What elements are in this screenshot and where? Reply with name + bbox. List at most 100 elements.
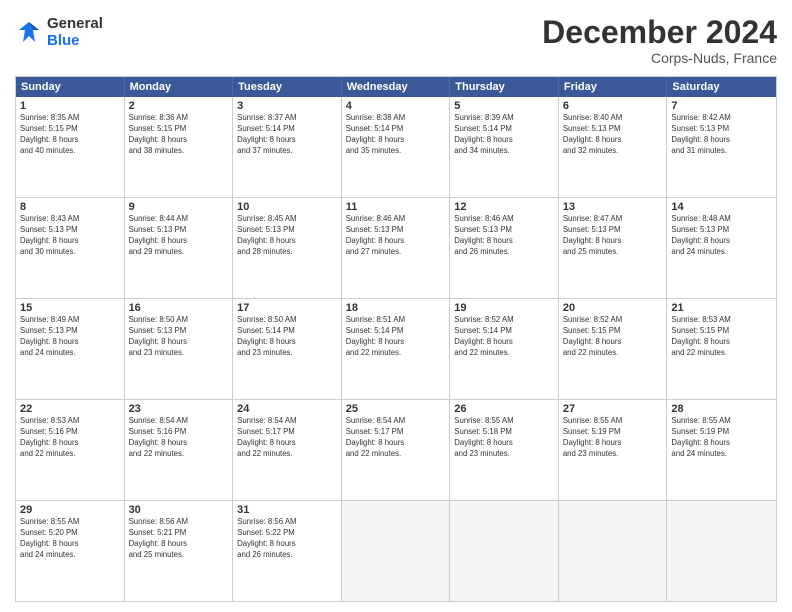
day-number: 25 — [346, 403, 446, 415]
day-number: 15 — [20, 302, 120, 314]
subtitle: Corps-Nuds, France — [542, 50, 777, 66]
table-row: 23Sunrise: 8:54 AM Sunset: 5:16 PM Dayli… — [125, 400, 234, 500]
header-monday: Monday — [125, 77, 234, 97]
header-thursday: Thursday — [450, 77, 559, 97]
day-number: 6 — [563, 100, 663, 112]
day-info: Sunrise: 8:54 AM Sunset: 5:17 PM Dayligh… — [346, 416, 446, 460]
week-row-3: 15Sunrise: 8:49 AM Sunset: 5:13 PM Dayli… — [16, 298, 776, 399]
day-number: 21 — [671, 302, 772, 314]
table-row: 6Sunrise: 8:40 AM Sunset: 5:13 PM Daylig… — [559, 97, 668, 197]
day-info: Sunrise: 8:40 AM Sunset: 5:13 PM Dayligh… — [563, 113, 663, 157]
day-number: 7 — [671, 100, 772, 112]
table-row: 16Sunrise: 8:50 AM Sunset: 5:13 PM Dayli… — [125, 299, 234, 399]
day-info: Sunrise: 8:45 AM Sunset: 5:13 PM Dayligh… — [237, 214, 337, 258]
day-info: Sunrise: 8:55 AM Sunset: 5:19 PM Dayligh… — [671, 416, 772, 460]
table-row — [667, 501, 776, 601]
day-info: Sunrise: 8:50 AM Sunset: 5:13 PM Dayligh… — [129, 315, 229, 359]
day-info: Sunrise: 8:52 AM Sunset: 5:14 PM Dayligh… — [454, 315, 554, 359]
day-info: Sunrise: 8:53 AM Sunset: 5:16 PM Dayligh… — [20, 416, 120, 460]
day-info: Sunrise: 8:55 AM Sunset: 5:19 PM Dayligh… — [563, 416, 663, 460]
day-number: 23 — [129, 403, 229, 415]
day-info: Sunrise: 8:56 AM Sunset: 5:21 PM Dayligh… — [129, 517, 229, 561]
day-info: Sunrise: 8:52 AM Sunset: 5:15 PM Dayligh… — [563, 315, 663, 359]
table-row: 9Sunrise: 8:44 AM Sunset: 5:13 PM Daylig… — [125, 198, 234, 298]
page: General Blue December 2024 Corps-Nuds, F… — [0, 0, 792, 612]
day-number: 31 — [237, 504, 337, 516]
table-row: 13Sunrise: 8:47 AM Sunset: 5:13 PM Dayli… — [559, 198, 668, 298]
day-info: Sunrise: 8:46 AM Sunset: 5:13 PM Dayligh… — [454, 214, 554, 258]
day-number: 13 — [563, 201, 663, 213]
day-number: 10 — [237, 201, 337, 213]
header-wednesday: Wednesday — [342, 77, 451, 97]
day-number: 26 — [454, 403, 554, 415]
day-number: 29 — [20, 504, 120, 516]
logo-icon — [15, 18, 43, 46]
day-info: Sunrise: 8:38 AM Sunset: 5:14 PM Dayligh… — [346, 113, 446, 157]
table-row: 22Sunrise: 8:53 AM Sunset: 5:16 PM Dayli… — [16, 400, 125, 500]
day-number: 14 — [671, 201, 772, 213]
table-row: 7Sunrise: 8:42 AM Sunset: 5:13 PM Daylig… — [667, 97, 776, 197]
table-row — [559, 501, 668, 601]
day-info: Sunrise: 8:47 AM Sunset: 5:13 PM Dayligh… — [563, 214, 663, 258]
day-info: Sunrise: 8:43 AM Sunset: 5:13 PM Dayligh… — [20, 214, 120, 258]
table-row: 4Sunrise: 8:38 AM Sunset: 5:14 PM Daylig… — [342, 97, 451, 197]
table-row: 20Sunrise: 8:52 AM Sunset: 5:15 PM Dayli… — [559, 299, 668, 399]
main-title: December 2024 — [542, 15, 777, 50]
day-number: 11 — [346, 201, 446, 213]
title-block: December 2024 Corps-Nuds, France — [542, 15, 777, 66]
table-row: 2Sunrise: 8:36 AM Sunset: 5:15 PM Daylig… — [125, 97, 234, 197]
week-row-1: 1Sunrise: 8:35 AM Sunset: 5:15 PM Daylig… — [16, 97, 776, 197]
day-number: 30 — [129, 504, 229, 516]
table-row: 14Sunrise: 8:48 AM Sunset: 5:13 PM Dayli… — [667, 198, 776, 298]
calendar-header: Sunday Monday Tuesday Wednesday Thursday… — [16, 77, 776, 97]
day-info: Sunrise: 8:35 AM Sunset: 5:15 PM Dayligh… — [20, 113, 120, 157]
day-number: 16 — [129, 302, 229, 314]
day-number: 1 — [20, 100, 120, 112]
day-info: Sunrise: 8:39 AM Sunset: 5:14 PM Dayligh… — [454, 113, 554, 157]
day-number: 5 — [454, 100, 554, 112]
table-row: 28Sunrise: 8:55 AM Sunset: 5:19 PM Dayli… — [667, 400, 776, 500]
day-info: Sunrise: 8:48 AM Sunset: 5:13 PM Dayligh… — [671, 214, 772, 258]
header-saturday: Saturday — [667, 77, 776, 97]
table-row: 25Sunrise: 8:54 AM Sunset: 5:17 PM Dayli… — [342, 400, 451, 500]
header-tuesday: Tuesday — [233, 77, 342, 97]
table-row: 21Sunrise: 8:53 AM Sunset: 5:15 PM Dayli… — [667, 299, 776, 399]
week-row-5: 29Sunrise: 8:55 AM Sunset: 5:20 PM Dayli… — [16, 500, 776, 601]
week-row-2: 8Sunrise: 8:43 AM Sunset: 5:13 PM Daylig… — [16, 197, 776, 298]
week-row-4: 22Sunrise: 8:53 AM Sunset: 5:16 PM Dayli… — [16, 399, 776, 500]
table-row: 26Sunrise: 8:55 AM Sunset: 5:18 PM Dayli… — [450, 400, 559, 500]
day-number: 2 — [129, 100, 229, 112]
day-number: 17 — [237, 302, 337, 314]
day-info: Sunrise: 8:42 AM Sunset: 5:13 PM Dayligh… — [671, 113, 772, 157]
table-row: 29Sunrise: 8:55 AM Sunset: 5:20 PM Dayli… — [16, 501, 125, 601]
day-info: Sunrise: 8:51 AM Sunset: 5:14 PM Dayligh… — [346, 315, 446, 359]
day-number: 12 — [454, 201, 554, 213]
table-row: 30Sunrise: 8:56 AM Sunset: 5:21 PM Dayli… — [125, 501, 234, 601]
day-number: 22 — [20, 403, 120, 415]
table-row: 15Sunrise: 8:49 AM Sunset: 5:13 PM Dayli… — [16, 299, 125, 399]
table-row: 19Sunrise: 8:52 AM Sunset: 5:14 PM Dayli… — [450, 299, 559, 399]
day-info: Sunrise: 8:54 AM Sunset: 5:16 PM Dayligh… — [129, 416, 229, 460]
table-row — [342, 501, 451, 601]
logo: General Blue — [15, 15, 103, 50]
table-row: 10Sunrise: 8:45 AM Sunset: 5:13 PM Dayli… — [233, 198, 342, 298]
day-number: 8 — [20, 201, 120, 213]
day-number: 27 — [563, 403, 663, 415]
table-row: 12Sunrise: 8:46 AM Sunset: 5:13 PM Dayli… — [450, 198, 559, 298]
day-number: 3 — [237, 100, 337, 112]
logo-text: General Blue — [47, 15, 103, 50]
day-info: Sunrise: 8:36 AM Sunset: 5:15 PM Dayligh… — [129, 113, 229, 157]
day-number: 9 — [129, 201, 229, 213]
day-info: Sunrise: 8:56 AM Sunset: 5:22 PM Dayligh… — [237, 517, 337, 561]
table-row: 8Sunrise: 8:43 AM Sunset: 5:13 PM Daylig… — [16, 198, 125, 298]
table-row: 18Sunrise: 8:51 AM Sunset: 5:14 PM Dayli… — [342, 299, 451, 399]
table-row: 5Sunrise: 8:39 AM Sunset: 5:14 PM Daylig… — [450, 97, 559, 197]
header: General Blue December 2024 Corps-Nuds, F… — [15, 15, 777, 66]
table-row — [450, 501, 559, 601]
day-info: Sunrise: 8:50 AM Sunset: 5:14 PM Dayligh… — [237, 315, 337, 359]
day-info: Sunrise: 8:46 AM Sunset: 5:13 PM Dayligh… — [346, 214, 446, 258]
header-friday: Friday — [559, 77, 668, 97]
calendar-body: 1Sunrise: 8:35 AM Sunset: 5:15 PM Daylig… — [16, 97, 776, 601]
day-info: Sunrise: 8:55 AM Sunset: 5:20 PM Dayligh… — [20, 517, 120, 561]
table-row: 17Sunrise: 8:50 AM Sunset: 5:14 PM Dayli… — [233, 299, 342, 399]
